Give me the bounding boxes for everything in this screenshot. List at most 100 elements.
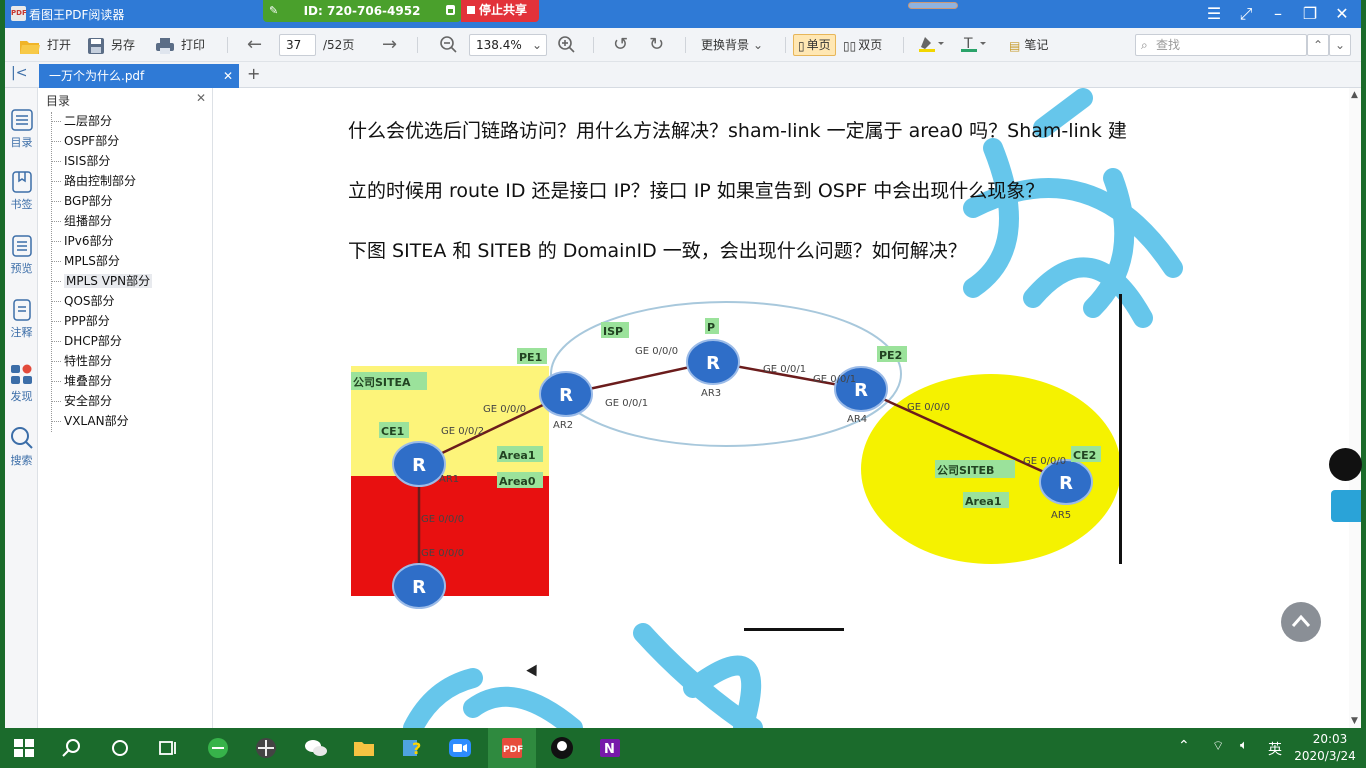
vertical-scrollbar[interactable]: ▲ ▼ [1349,88,1361,728]
pen-icon: ✎ [269,4,279,17]
search-next-button[interactable]: ⌄ [1329,34,1351,56]
divider [685,37,686,53]
toc-item[interactable]: DHCP部分 [52,332,211,352]
lightbulb-app-icon[interactable] [550,736,574,760]
wechat-icon[interactable] [304,736,328,760]
minimize-button[interactable]: – [1267,4,1289,24]
chevron-down-icon: ⌄ [753,38,764,52]
tray-chevron-icon[interactable]: ⌃ [1178,738,1190,754]
rotate-left-button[interactable]: ↺ [613,35,628,55]
volume-icon[interactable]: 🔈︎ [1240,738,1248,753]
onenote-icon[interactable]: N [598,736,622,760]
diagram-label: GE 0/0/1 [813,374,856,385]
network-icon[interactable]: ⌔ [1212,738,1224,754]
task-view-icon[interactable] [156,736,180,760]
maximize-button[interactable]: ❐ [1299,4,1321,24]
pdf-reader-icon[interactable]: PDF [500,736,524,760]
zoom-out-button[interactable] [439,35,457,55]
sidebar-item-search[interactable]: 搜索 [5,426,38,468]
toc-item[interactable]: ISIS部分 [52,152,211,172]
zoom-select[interactable]: 138.4% ⌄ [469,34,547,56]
zoom-in-button[interactable] [557,35,575,55]
document-tab[interactable]: 一万个为什么.pdf ✕ [39,64,239,88]
sidebar-item-label: 发现 [10,390,33,403]
toc-item[interactable]: VXLAN部分 [52,412,211,432]
collapse-sidebar-icon[interactable]: |< [11,65,27,81]
next-page-button[interactable]: → [382,35,397,55]
zoom-meeting-icon[interactable] [448,736,472,760]
search-icon[interactable] [60,736,84,760]
scroll-up-icon[interactable]: ▲ [1351,90,1358,100]
floating-assistant-icon[interactable] [1329,448,1362,481]
new-tab-button[interactable]: + [247,64,260,83]
share-handle[interactable] [908,2,958,9]
ime-indicator[interactable]: 英 [1268,739,1282,759]
background-dropdown[interactable]: 更换背景 ⌄ [701,35,763,55]
fullscreen-icon[interactable]: ⤢ [1235,4,1257,24]
toc-item[interactable]: 安全部分 [52,392,211,412]
sidebar-item-bookmarks[interactable]: 书签 [5,170,38,212]
stop-share-button[interactable]: 停止共享 [461,0,539,22]
toc-item[interactable]: IPv6部分 [52,232,211,252]
toc-item-label: MPLS VPN部分 [64,274,153,288]
apps-icon [10,364,32,384]
close-button[interactable]: ✕ [1331,4,1353,24]
toc-item-label: 特性部分 [64,354,113,368]
back-to-top-button[interactable] [1281,602,1321,642]
sidebar-item-discover[interactable]: 发现 [5,362,38,404]
toc-item[interactable]: BGP部分 [52,192,211,212]
menu-icon[interactable]: ☰ [1203,4,1225,24]
help-icon[interactable]: ? [400,736,424,760]
clock-date[interactable]: 2020/3/24 [1290,749,1360,763]
stop-icon [467,6,475,14]
pdf-viewport[interactable]: 什么会优选后门链路访问？用什么方法解决？sham-link 一定属于 area0… [213,88,1361,728]
text-color-button[interactable]: T [961,35,987,55]
toc-item[interactable]: MPLS VPN部分 [52,272,211,292]
sitea-area0-region [351,476,549,596]
toc-item[interactable]: OSPF部分 [52,132,211,152]
list-icon [10,109,33,131]
divider [903,37,904,53]
toc-item[interactable]: 组播部分 [52,212,211,232]
notes-button[interactable]: ▤ 笔记 [1009,35,1048,55]
search-prev-button[interactable]: ⌃ [1307,34,1329,56]
open-button[interactable]: 打开 [19,35,71,55]
close-tab-icon[interactable]: ✕ [223,64,233,88]
page-text-line: 立的时候用 route ID 还是接口 IP？接口 IP 如果宣告到 OSPF … [348,180,1045,202]
diagram-label: ISP [603,325,623,338]
divider [227,37,228,53]
windows-start-icon[interactable] [12,736,36,760]
clock-time[interactable]: 20:03 [1305,732,1355,746]
share-id-badge[interactable]: ✎ ID: 720-706-4952 [263,0,461,22]
toc-item[interactable]: QOS部分 [52,292,211,312]
sidebar-item-annotations[interactable]: 注释 [5,298,38,340]
zoom-value: 138.4% [476,38,522,52]
file-explorer-icon[interactable] [352,736,376,760]
double-page-button[interactable]: ▯▯ 双页 [843,35,882,55]
document-tab-label: 一万个为什么.pdf [49,69,145,83]
toc-item[interactable]: 路由控制部分 [52,172,211,192]
highlight-button[interactable] [919,35,945,55]
sidebar-item-label: 目录 [10,136,33,149]
search-input[interactable]: ⌕ 查找 [1135,34,1307,56]
close-icon[interactable]: ✕ [196,91,206,105]
toc-item[interactable]: MPLS部分 [52,252,211,272]
sidebar-item-toc[interactable]: 目录 [5,108,38,150]
prev-page-button[interactable]: ← [247,35,262,55]
print-button[interactable]: 打印 [155,35,205,55]
toc-item[interactable]: 二层部分 [52,112,211,132]
rotate-right-button[interactable]: ↻ [649,35,664,55]
sidebar-item-preview[interactable]: 预览 [5,234,38,276]
svg-text:?: ? [412,739,421,758]
save-as-button[interactable]: 另存 [87,35,135,55]
cortana-icon[interactable] [108,736,132,760]
floating-widget-icon[interactable] [1331,490,1361,522]
toc-item[interactable]: 特性部分 [52,352,211,372]
toc-item[interactable]: PPP部分 [52,312,211,332]
page-number-input[interactable]: 37 [279,34,316,56]
toc-item[interactable]: 堆叠部分 [52,372,211,392]
browser-icon[interactable] [206,736,230,760]
app-icon[interactable] [254,736,278,760]
single-page-button[interactable]: ▯ 单页 [793,34,836,56]
scroll-down-icon[interactable]: ▼ [1351,716,1358,726]
